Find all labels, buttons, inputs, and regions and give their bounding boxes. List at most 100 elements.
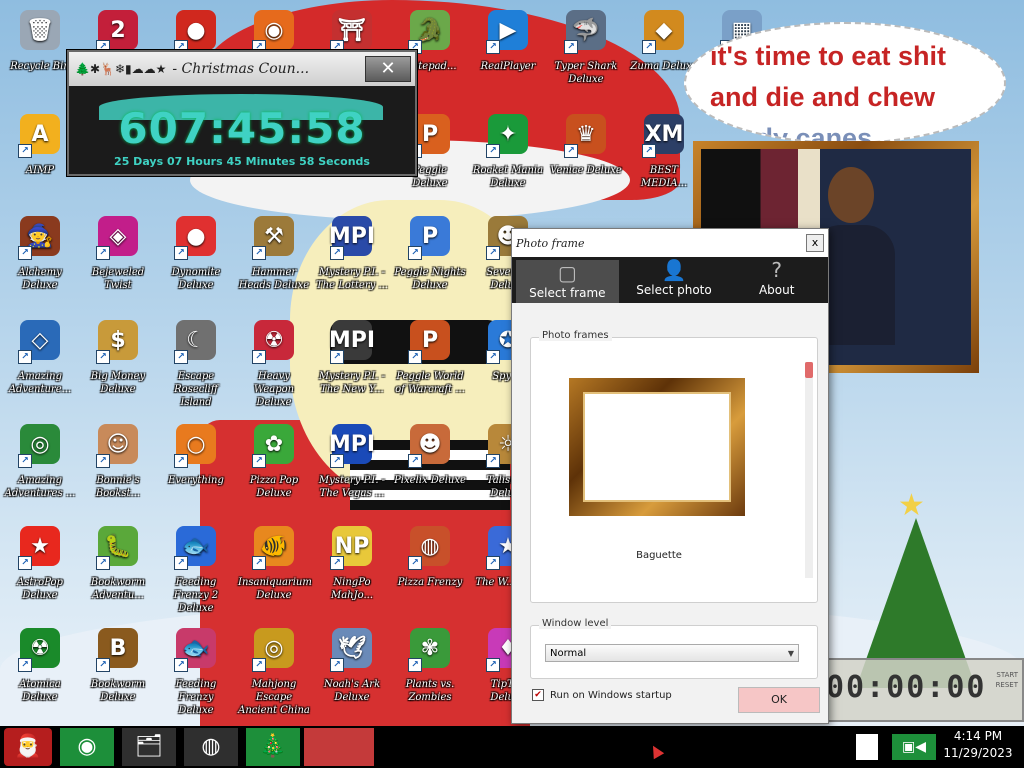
desktop-icon[interactable]: ○ ↗ Everything [158,420,234,520]
desktop-icon-label: Pizza Frenzy [397,577,463,588]
taskbar-empty-slot[interactable] [304,728,374,766]
desktop-icon[interactable]: ◈ ↗ Bejeweled Twist [80,212,156,312]
taskbar-firefox-button[interactable]: ◉ [60,728,114,766]
desktop-icon[interactable]: 🐟 ↗ Feeding Frenzy 2 Deluxe [158,522,234,622]
countdown-title-bar[interactable]: 🌲✱🦌❄▮☁☁★ - Christmas Coun... [69,52,415,86]
desktop-icon-label: Big Money Deluxe [90,371,146,395]
desktop-icon[interactable]: ☻ ↗ Pixelix Deluxe [392,420,468,520]
desktop-icon-label: Hammer Heads Deluxe [238,267,310,291]
desktop-icon[interactable]: ☺ ↗ Bonnie's Bookst... [80,420,156,520]
desktop-icon[interactable]: ☾ ↗ Escape Rosecliff Island [158,316,234,416]
frame-thumbnail-baguette[interactable] [569,378,745,516]
desktop-icon-label: Mahjong Escape Ancient China [238,679,310,716]
tab-about[interactable]: ? About [725,257,828,303]
desktop-icon[interactable]: P ↗ Peggle Nights Deluxe [392,212,468,312]
desktop-icon[interactable]: NP ↗ NingPo MahJo... [314,522,390,622]
mini-start-button[interactable]: START [996,670,1018,680]
taskbar-chrome-button[interactable]: ◍ [184,728,238,766]
photo-frame-dialog[interactable]: Photo frame x ▢ Select frame 👤 Select photo… [511,228,829,724]
shortcut-arrow-icon: ↗ [252,556,266,570]
bubble-line-1: it's time to eat shit [710,41,946,71]
shortcut-arrow-icon: ↗ [330,454,344,468]
countdown-title: - Christmas Coun... [172,61,310,77]
desktop-icon[interactable]: B ↗ Bookworm Deluxe [80,624,156,724]
desktop-icon[interactable]: ✿ ↗ Pizza Pop Deluxe [236,420,312,520]
countdown-close-button[interactable]: ✕ [365,56,411,82]
desktop-icon[interactable]: ● ↗ Dynomite Deluxe [158,212,234,312]
taskbar-file-explorer-button[interactable]: 🗂 [122,728,176,766]
shortcut-arrow-icon: ↗ [96,350,110,364]
shortcut-arrow-icon: ↗ [408,350,422,364]
desktop-icon[interactable]: XM ↗ BEST MEDIA... [626,110,702,210]
desktop-icon-label: RealPlayer [480,61,536,72]
desktop-icon[interactable]: ◎ ↗ Mahjong Escape Ancient China [236,624,312,724]
shortcut-arrow-icon: ↗ [18,144,32,158]
desktop-icon-label: Atomica Deluxe [19,679,61,703]
desktop-icon-label: Noah's Ark Deluxe [323,679,381,703]
run-on-startup-checkbox[interactable]: ✔ Run on Windows startup [532,689,672,701]
taskbar-christmas-tree-button[interactable]: 🎄 [246,728,300,766]
desktop-icon[interactable]: ▶ ↗ RealPlayer [470,6,546,106]
tab-select-frame[interactable]: ▢ Select frame [516,260,619,303]
countdown-detail: 25 Days 07 Hours 45 Minutes 58 Seconds [114,155,370,168]
desktop-icon-label: Alchemy Deluxe [18,267,62,291]
dialog-title-bar[interactable]: Photo frame [512,229,828,257]
desktop-icon[interactable]: 🧙 ↗ Alchemy Deluxe [2,212,78,312]
desktop-icon[interactable]: ✦ ↗ Rocket Mania Deluxe [470,110,546,210]
scroll-thumb[interactable] [805,362,813,378]
start-button[interactable]: 🎅 [4,728,52,766]
mini-timer-widget[interactable]: 00:00:00 START RESET [820,658,1024,722]
christmas-countdown-widget[interactable]: 🌲✱🦌❄▮☁☁★ - Christmas Coun... ✕ 607:45:58… [67,50,417,176]
desktop-icon-label: Escape Rosecliff Island [174,371,218,408]
star-icon: ★ [898,488,925,523]
speech-bubble: it's time to eat shit and die and chew c… [684,22,1006,144]
desktop-icon[interactable]: MPI ↗ Mystery P.I. - The Vegas ... [314,420,390,520]
desktop-icon[interactable]: 🐛 ↗ Bookworm Adventu... [80,522,156,622]
desktop-icon[interactable]: ☢ ↗ Atomica Deluxe [2,624,78,724]
desktop-icon-label: Bookworm Adventu... [90,577,146,601]
frames-scrollbar[interactable] [805,362,813,578]
desktop-icon-label: AstroPop Deluxe [17,577,63,601]
desktop-icon[interactable]: 🦈 ↗ Typer Shark Deluxe [548,6,624,106]
desktop-icon[interactable]: 🐠 ↗ Insaniquarium Deluxe [236,522,312,622]
desktop-icon[interactable]: ♛ ↗ Venice Deluxe [548,110,624,210]
desktop-icon[interactable]: MPI ↗ Mystery P.I. - The New Y... [314,316,390,416]
dialog-title: Photo frame [516,236,585,250]
desktop-icon[interactable]: ☢ ↗ Heavy Weapon Deluxe [236,316,312,416]
desktop-icon[interactable]: ◎ ↗ Amazing Adventures ... [2,420,78,520]
shortcut-arrow-icon: ↗ [564,144,578,158]
tray-flag-icon[interactable] [856,734,878,760]
shortcut-arrow-icon: ↗ [486,144,500,158]
desktop-icon[interactable]: ★ ↗ AstroPop Deluxe [2,522,78,622]
desktop-icon[interactable]: ⚒ ↗ Hammer Heads Deluxe [236,212,312,312]
desktop-icon-label: BEST MEDIA... [640,165,688,189]
desktop-icon-label: Mystery P.I. - The Vegas ... [318,475,386,499]
desktop-icon[interactable]: 🐟 ↗ Feeding Frenzy Deluxe [158,624,234,724]
taskbar-clock[interactable]: 4:14 PM 11/29/2023 [938,728,1018,762]
desktop-icon-label: Feeding Frenzy 2 Deluxe [173,577,219,614]
mini-timer-controls[interactable]: START RESET [996,670,1018,690]
taskbar: 🎅 ◉ 🗂 ◍ 🎄 ▣◀ 4:14 PM 11/29/2023 [0,726,1024,768]
desktop-icon[interactable]: 🕊 ↗ Noah's Ark Deluxe [314,624,390,724]
desktop-icon[interactable]: MPI ↗ Mystery P.I. - The Lottery ... [314,212,390,312]
shortcut-arrow-icon: ↗ [330,246,344,260]
mini-reset-button[interactable]: RESET [996,680,1018,690]
shortcut-arrow-icon: ↗ [252,350,266,364]
desktop-icon[interactable]: ✾ ↗ Plants vs. Zombies [392,624,468,724]
ok-button[interactable]: OK [738,687,820,713]
checkbox-icon[interactable]: ✔ [532,689,544,701]
window-level-select[interactable]: Normal ▼ [545,644,799,662]
desktop-icon-label: Plants vs. Zombies [405,679,455,703]
desktop-icon[interactable]: ◍ ↗ Pizza Frenzy [392,522,468,622]
desktop-icon[interactable]: $ ↗ Big Money Deluxe [80,316,156,416]
desktop-icon[interactable]: ◇ ↗ Amazing Adventure... [2,316,78,416]
chevron-down-icon: ▼ [787,649,794,658]
tab-select-photo[interactable]: 👤 Select photo [623,257,726,303]
shortcut-arrow-icon: ↗ [96,454,110,468]
tray-network-volume-icon[interactable]: ▣◀ [892,734,936,760]
desktop-icon-label: Amazing Adventures ... [4,475,76,499]
shortcut-arrow-icon: ↗ [408,556,422,570]
desktop-icon[interactable]: P ↗ Peggle World of Warcraft ... [392,316,468,416]
desktop-icon-label: NingPo MahJo... [330,577,374,601]
dialog-close-button[interactable]: x [806,234,824,252]
